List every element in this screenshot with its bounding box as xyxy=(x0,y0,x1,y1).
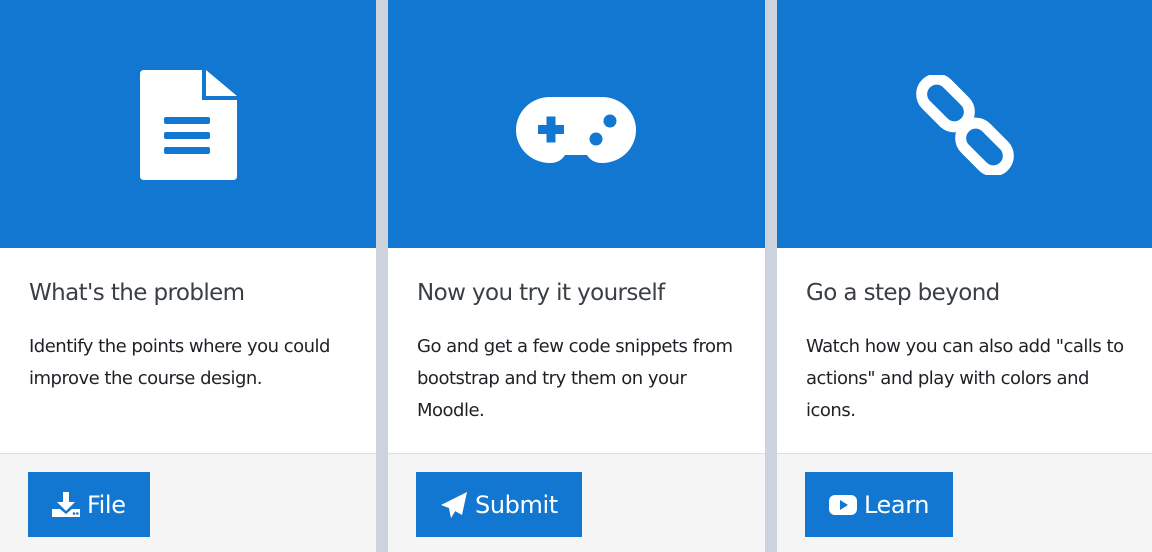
card-title: Now you try it yourself xyxy=(417,280,665,306)
card-go-a-step-beyond: Go a step beyond Watch how you can also … xyxy=(777,0,1152,552)
file-button[interactable]: File xyxy=(28,472,150,537)
card-title: Go a step beyond xyxy=(806,280,1000,306)
card-hero xyxy=(388,0,765,248)
card-now-you-try: Now you try it yourself Go and get a few… xyxy=(388,0,765,552)
learn-button-label: Learn xyxy=(864,490,930,519)
card-text: Go and get a few code snippets from boot… xyxy=(417,336,733,421)
paper-plane-icon xyxy=(441,491,467,518)
youtube-play-icon xyxy=(829,494,857,515)
file-document-icon xyxy=(140,70,237,180)
download-icon xyxy=(52,491,80,517)
card-hero xyxy=(0,0,376,248)
file-button-label: File xyxy=(87,490,126,519)
card-footer: Submit xyxy=(388,453,765,552)
card-footer: Learn xyxy=(777,453,1152,552)
learn-button[interactable]: Learn xyxy=(805,472,954,537)
card-text: Watch how you can also add "calls to act… xyxy=(806,336,1124,421)
card-whats-the-problem: What's the problem Identify the points w… xyxy=(0,0,376,552)
card-title: What's the problem xyxy=(29,280,245,306)
card-text: Identify the points where you could impr… xyxy=(29,336,330,389)
submit-button[interactable]: Submit xyxy=(416,472,582,537)
link-chain-icon xyxy=(916,75,1014,175)
gamepad-icon xyxy=(516,97,636,163)
submit-button-label: Submit xyxy=(475,490,558,519)
card-hero xyxy=(777,0,1152,248)
card-footer: File xyxy=(0,453,376,552)
